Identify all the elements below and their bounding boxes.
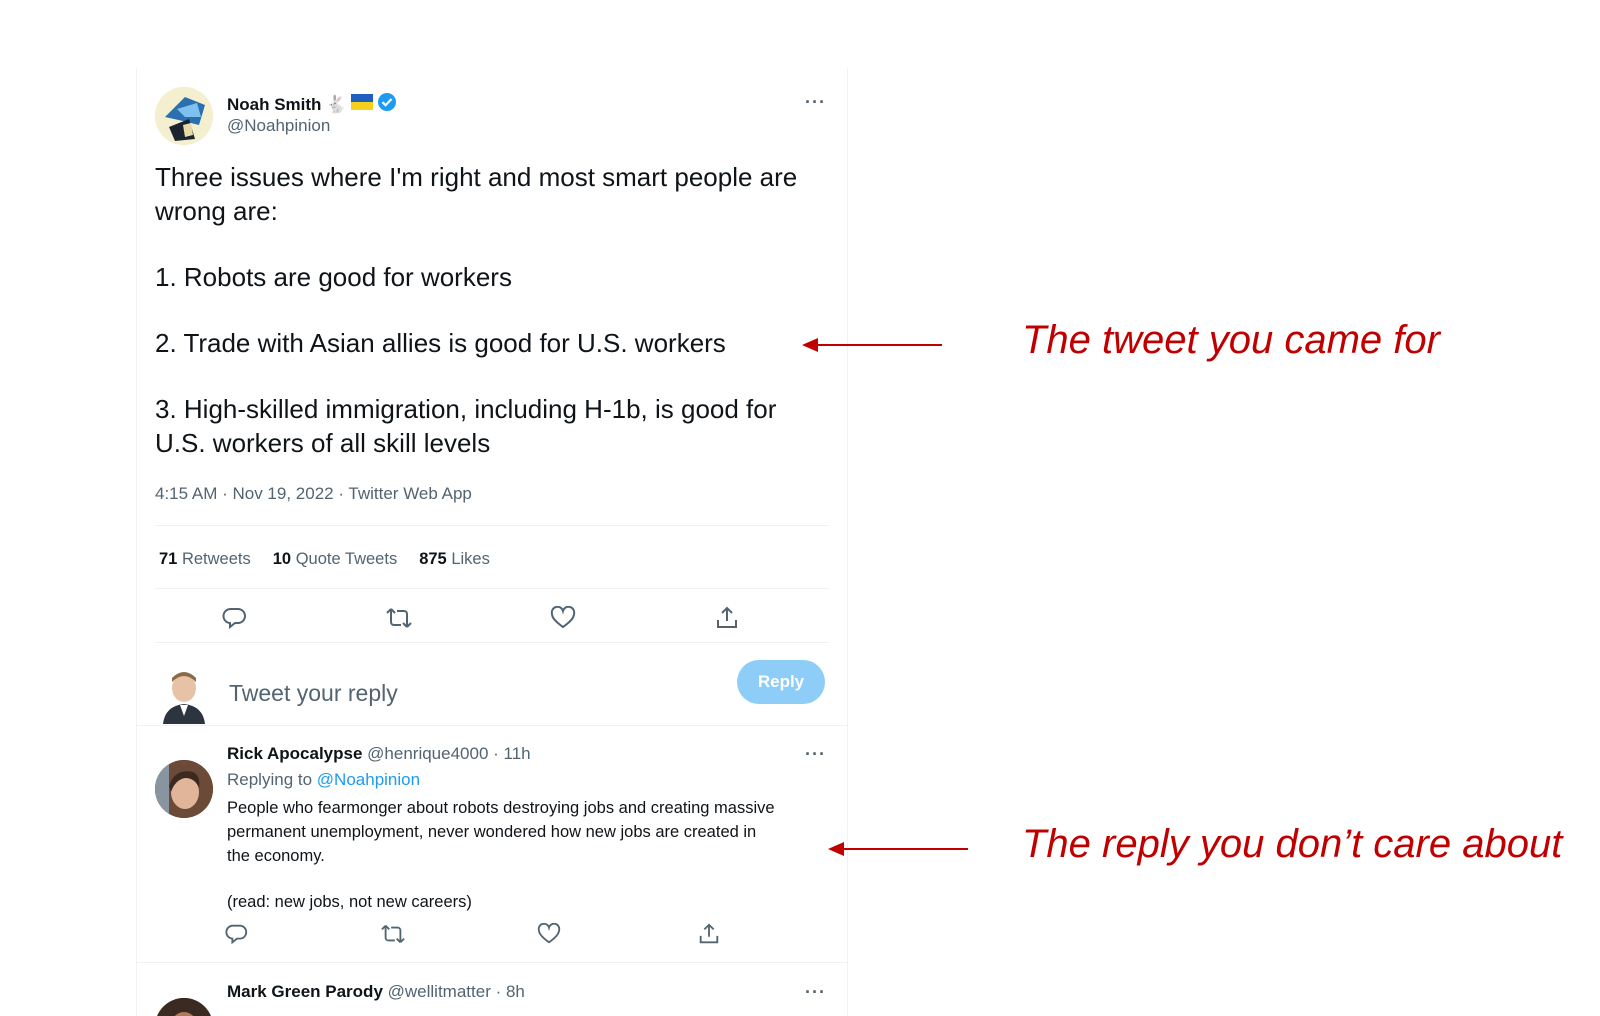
reply-author-avatar[interactable] [155,760,213,818]
share-icon[interactable] [695,920,723,948]
user-avatar[interactable] [159,668,209,724]
reply-input[interactable]: Tweet your reply [229,680,398,707]
retweets-label: Retweets [181,550,251,568]
share-icon[interactable] [713,604,741,632]
likes-count: 875 [419,550,447,568]
reply-icon[interactable] [223,920,251,948]
next-author-avatar[interactable] [155,998,213,1016]
author-name[interactable]: Noah Smith [227,95,321,115]
reply-line: permanent unemployment, never wondered h… [227,823,757,841]
quotes-stat[interactable]: 10 Quote Tweets [273,550,397,569]
section-divider [137,962,847,963]
tweet-line [155,228,835,260]
tweet-stats: 71 Retweets 10 Quote Tweets 875 Likes [159,550,490,569]
reply-header: Rick Apocalypse @henrique4000 · 11h [227,744,531,764]
replying-to: Replying to @Noahpinion [227,770,420,790]
more-label: ··· [805,982,826,1002]
like-icon[interactable] [535,920,563,948]
reply-text: People who fearmonger about robots destr… [227,796,827,914]
retweet-icon[interactable] [379,920,407,948]
annotation-reply-label: The reply you don’t care about [1022,822,1563,866]
section-divider [137,725,847,726]
author-handle[interactable]: @Noahpinion [227,116,330,136]
tweet-line: 3. High-skilled immigration, including H… [155,394,777,424]
divider [155,525,829,526]
likes-stat[interactable]: 875 Likes [419,550,490,569]
quotes-label: Quote Tweets [295,550,398,568]
next-tweet-header: Mark Green Parody @wellitmatter · 8h [227,982,525,1002]
author-avatar[interactable] [155,87,213,145]
retweets-count: 71 [159,550,178,568]
divider [155,642,829,643]
replying-prefix: Replying to [227,770,313,789]
tweet-line: U.S. workers of all skill levels [155,428,491,458]
arrow-left-icon [828,842,968,856]
more-icon[interactable]: ··· [805,982,829,1002]
reply-button[interactable]: Reply [737,660,825,704]
tweet-line [155,294,835,326]
reply-line [227,868,827,890]
reply-line: the economy. [227,847,325,865]
likes-label: Likes [451,550,490,568]
tweet-timestamp[interactable]: 4:15 AM · Nov 19, 2022 · Twitter Web App [155,484,472,504]
tweet-line [155,360,835,392]
reply-author-handle[interactable]: @henrique4000 · 11h [367,744,530,763]
reply-line: People who fearmonger about robots destr… [227,799,775,817]
more-icon[interactable]: ··· [805,92,829,112]
tweet-line: Three issues where I'm right and most sm… [155,162,798,192]
more-label: ··· [805,744,826,764]
tweet-text: Three issues where I'm right and most sm… [155,160,835,460]
reply-author-name[interactable]: Rick Apocalypse [227,744,362,763]
tweet-line: 2. Trade with Asian allies is good for U… [155,328,726,358]
next-author-handle[interactable]: @wellitmatter · 8h [388,982,525,1001]
retweets-stat[interactable]: 71 Retweets [159,550,251,569]
like-icon[interactable] [549,604,577,632]
more-label: ··· [805,92,826,112]
next-author-name[interactable]: Mark Green Parody [227,982,383,1001]
quotes-count: 10 [272,550,292,568]
rabbit-emoji: 🐇 [325,94,347,114]
more-icon[interactable]: ··· [805,744,829,764]
reply-icon[interactable] [221,604,249,632]
verified-badge-icon [377,92,397,117]
retweet-icon[interactable] [385,604,413,632]
divider [155,588,829,589]
annotation-tweet-label: The tweet you came for [1022,318,1440,362]
reply-line: (read: new jobs, not new careers) [227,893,472,911]
tweet-thread-card: Noah Smith 🐇 @Noahpinion ··· Three issue… [136,68,848,1016]
tweet-line: wrong are: [155,196,278,226]
ukraine-flag-icon [350,94,373,115]
author-name-row: Noah Smith 🐇 [227,92,397,117]
arrow-left-icon [802,338,942,352]
tweet-line: 1. Robots are good for workers [155,262,512,292]
replying-mention-link[interactable]: @Noahpinion [317,770,420,789]
